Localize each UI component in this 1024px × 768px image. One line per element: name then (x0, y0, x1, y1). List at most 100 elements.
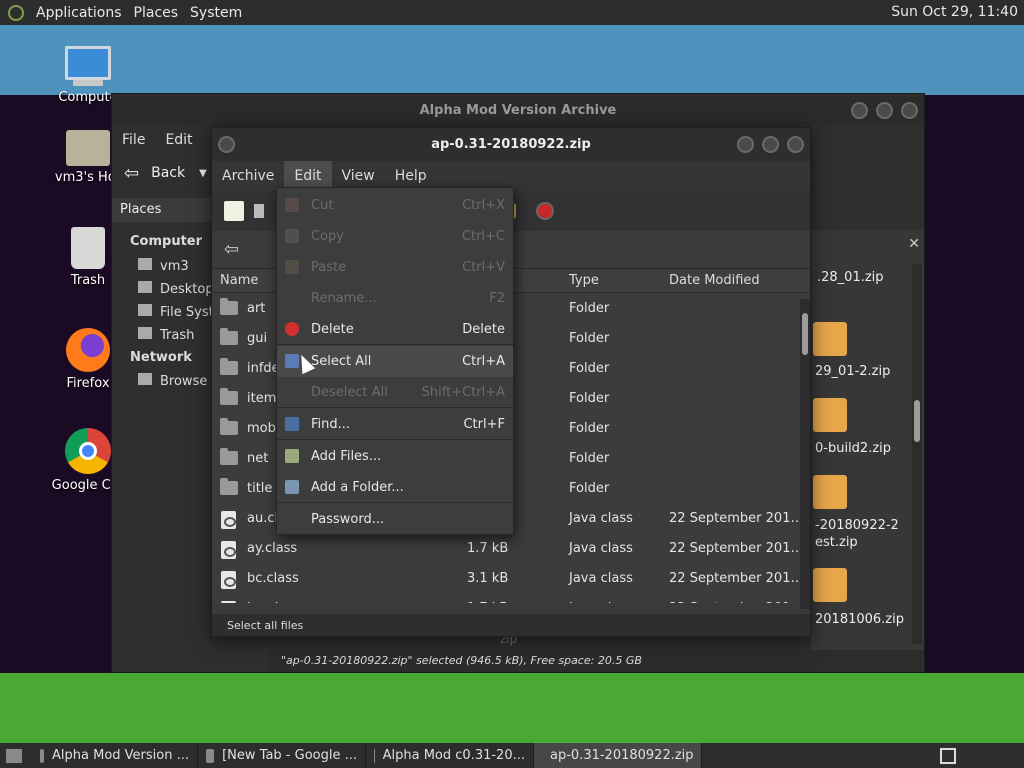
file-type: Java class (569, 601, 633, 603)
menu-places[interactable]: Places (134, 5, 179, 21)
trash-icon (138, 327, 152, 339)
menu-item-shortcut: Ctrl+F (463, 417, 505, 432)
file-type: Folder (569, 421, 610, 436)
taskbar-item-label: Alpha Mod c0.31-20... (382, 748, 525, 763)
zip-file-icon[interactable] (813, 398, 847, 432)
sidebar-item-filesystem[interactable]: File Syst (138, 304, 214, 320)
column-date-modified[interactable]: Date Modified (669, 273, 760, 288)
archive-titlebar[interactable]: ap-0.31-20180922.zip (212, 128, 810, 161)
sidebar-item-trash[interactable]: Trash (138, 327, 194, 343)
zip-file-icon[interactable] (813, 568, 847, 602)
menu-item-password[interactable]: Password... (277, 504, 513, 535)
close-button[interactable] (901, 102, 918, 119)
menu-edit[interactable]: Edit (155, 132, 202, 148)
bottom-panel: Alpha Mod Version ... [New Tab - Google .… (0, 743, 1024, 768)
file-name: title (247, 481, 273, 496)
file-manager-titlebar[interactable]: Alpha Mod Version Archive (112, 94, 924, 126)
scrollbar-thumb[interactable] (914, 400, 920, 442)
maximize-button[interactable] (876, 102, 893, 119)
taskbar-item[interactable]: [New Tab - Google ... (198, 743, 366, 768)
menu-item-shortcut: Ctrl+X (462, 198, 505, 213)
zip-file-label[interactable]: 29_01-2.zip (815, 364, 915, 379)
clock[interactable]: Sun Oct 29, 11:40 (891, 4, 1018, 20)
menu-applications[interactable]: Applications (36, 5, 122, 21)
chrome-icon (65, 428, 111, 474)
stop-icon[interactable] (536, 202, 554, 220)
file-name: net (247, 451, 269, 466)
archive-statusbar: Select all files (212, 614, 810, 636)
table-row[interactable]: bc.class 3.1 kB Java class 22 September 201… (212, 564, 803, 594)
taskbar-item-label: ap-0.31-20180922.zip (550, 748, 694, 763)
java-class-file-icon (221, 541, 236, 559)
file-type: Folder (569, 481, 610, 496)
sidebar-section-computer: Computer (130, 234, 203, 249)
close-icon[interactable]: ✕ (908, 236, 920, 252)
column-name[interactable]: Name (220, 273, 258, 288)
sidebar-item-vm3[interactable]: vm3 (138, 258, 189, 274)
table-row[interactable]: ay.class 1.7 kB Java class 22 September 201… (212, 534, 803, 564)
sidebar-header[interactable]: Places (112, 198, 212, 222)
menu-item-paste[interactable]: Paste Ctrl+V (277, 252, 513, 283)
minimize-button[interactable] (851, 102, 868, 119)
back-button[interactable]: Back (151, 165, 185, 181)
menu-item-deselect-all[interactable]: Deselect All Shift+Ctrl+A (277, 377, 513, 408)
sidebar-item-desktop[interactable]: Desktop (138, 281, 214, 297)
menu-item-find[interactable]: Find... Ctrl+F (277, 409, 513, 440)
scrollbar[interactable] (912, 264, 922, 644)
file-name: mob (247, 421, 276, 436)
zip-file-icon[interactable] (813, 322, 847, 356)
menu-system[interactable]: System (190, 5, 242, 21)
menu-item-delete[interactable]: Delete Delete (277, 314, 513, 345)
mate-logo-icon[interactable] (8, 4, 24, 21)
menu-separator (277, 439, 513, 440)
extract-icon[interactable] (254, 204, 264, 218)
scrollbar[interactable] (800, 299, 810, 609)
window-title: Alpha Mod Version Archive (419, 102, 617, 118)
back-arrow-icon[interactable]: ⇦ (224, 239, 239, 260)
scrollbar-thumb[interactable] (802, 313, 808, 355)
minimize-button[interactable] (737, 136, 754, 153)
zip-file-label[interactable]: -20180922-2 (815, 518, 915, 533)
menu-archive[interactable]: Archive (212, 168, 284, 184)
workspace-switcher-icon[interactable] (940, 748, 956, 764)
menu-item-label: Cut (311, 198, 334, 213)
folder-icon (40, 748, 45, 763)
file-name: art (247, 301, 266, 316)
zip-file-icon[interactable] (813, 475, 847, 509)
menu-item-cut[interactable]: Cut Ctrl+X (277, 190, 513, 221)
taskbar-item[interactable]: ap-0.31-20180922.zip (534, 743, 702, 768)
chevron-down-icon[interactable]: ▼ (199, 168, 207, 179)
taskbar-item[interactable]: Alpha Mod Version ... (32, 743, 198, 768)
file-type: Folder (569, 391, 610, 406)
file-type: Folder (569, 361, 610, 376)
file-type: Folder (569, 331, 610, 346)
wallpaper-sky (0, 25, 1024, 95)
menu-item-rename[interactable]: Rename... F2 (277, 283, 513, 314)
menu-item-add-a-folder[interactable]: Add a Folder... (277, 472, 513, 503)
column-type[interactable]: Type (569, 273, 599, 288)
table-row[interactable]: bg.class 1.7 kB Java class 22 September 201… (212, 594, 803, 603)
folder-icon (220, 448, 238, 465)
zip-file-label[interactable]: .28_01.zip (817, 270, 917, 285)
menu-item-shortcut: Shift+Ctrl+A (421, 385, 505, 400)
maximize-button[interactable] (762, 136, 779, 153)
new-archive-icon[interactable] (224, 201, 244, 221)
window-menu-button[interactable] (218, 136, 235, 153)
zip-file-label[interactable]: 20181006.zip (815, 612, 915, 627)
menu-file[interactable]: File (112, 132, 155, 148)
zip-file-label[interactable]: est.zip (815, 535, 915, 550)
menu-item-copy[interactable]: Copy Ctrl+C (277, 221, 513, 252)
sidebar-item-browse-network[interactable]: Browse N (138, 373, 221, 389)
show-desktop-icon[interactable] (6, 748, 22, 763)
back-arrow-icon[interactable]: ⇦ (124, 163, 139, 184)
file-name: bg.class (247, 601, 300, 603)
menu-help[interactable]: Help (385, 168, 437, 184)
taskbar-item[interactable]: Alpha Mod c0.31-20... (366, 743, 534, 768)
file-size: 1.7 kB (467, 541, 509, 556)
menu-item-add-files[interactable]: Add Files... (277, 441, 513, 472)
menu-view[interactable]: View (332, 168, 385, 184)
file-date: 22 September 201… (669, 601, 803, 603)
close-button[interactable] (787, 136, 804, 153)
zip-file-label[interactable]: 0-build2.zip (815, 441, 915, 456)
add-folder-icon (285, 480, 299, 494)
